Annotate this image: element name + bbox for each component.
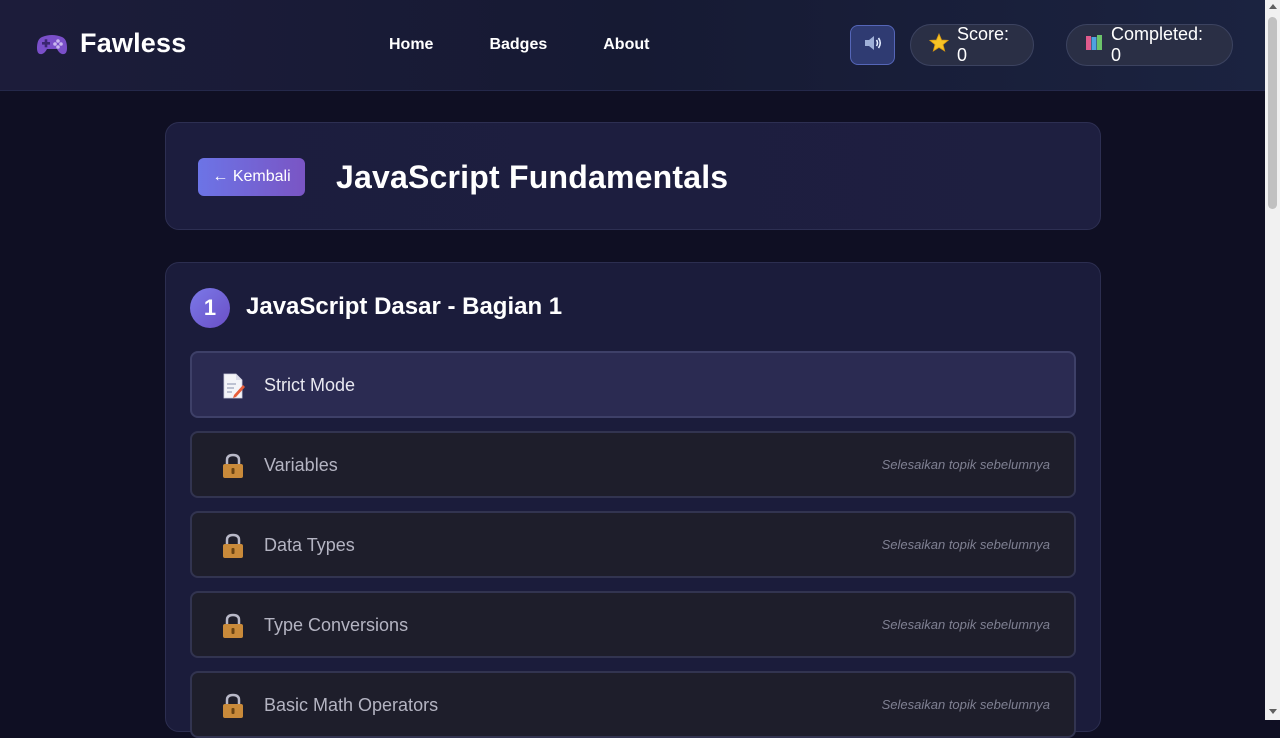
locked-hint: Selesaikan topik sebelumnya <box>881 457 1050 472</box>
star-icon <box>928 32 950 58</box>
lock-icon <box>221 613 245 639</box>
scroll-up-icon[interactable] <box>1269 4 1277 9</box>
page-scrollbar[interactable] <box>1265 0 1280 720</box>
topic-item-data-types: Data Types Selesaikan topik sebelumnya <box>190 511 1076 578</box>
locked-hint: Selesaikan topik sebelumnya <box>881 697 1050 712</box>
nav-link-about[interactable]: About <box>603 36 649 54</box>
page-title: JavaScript Fundamentals <box>336 159 729 195</box>
topic-name: Variables <box>264 455 338 475</box>
completed-label: Completed: 0 <box>1111 24 1204 65</box>
top-navbar: Fawless Home Badges About Score: 0 Compl… <box>0 0 1265 91</box>
locked-hint: Selesaikan topik sebelumnya <box>881 617 1050 632</box>
topic-item-type-conversions: Type Conversions Selesaikan topik sebelu… <box>190 591 1076 658</box>
logo[interactable]: Fawless <box>36 28 186 59</box>
section-title: JavaScript Dasar - Bagian 1 <box>246 293 563 320</box>
lock-icon <box>221 533 245 559</box>
section-number: 1 <box>190 288 230 328</box>
topic-item-strict-mode[interactable]: Strict Mode <box>190 351 1076 418</box>
topic-name: Basic Math Operators <box>264 695 439 715</box>
topic-item-basic-math-operators: Basic Math Operators Selesaikan topik se… <box>190 671 1076 738</box>
memo-icon <box>221 373 245 399</box>
section-card: 1 JavaScript Dasar - Bagian 1 Strict Mod… <box>165 262 1101 738</box>
score-label: Score: 0 <box>957 24 1010 65</box>
books-icon <box>1085 34 1103 57</box>
topic-item-variables: Variables Selesaikan topik sebelumnya <box>190 431 1076 498</box>
topic-name: Type Conversions <box>264 615 409 635</box>
lock-icon <box>221 453 245 479</box>
scroll-down-icon[interactable] <box>1269 709 1277 714</box>
topic-name: Data Types <box>264 535 355 555</box>
lock-icon <box>221 693 245 719</box>
sound-toggle-button[interactable] <box>850 25 895 65</box>
brand-name: Fawless <box>80 28 187 58</box>
course-header-card: ← Kembali JavaScript Fundamentals <box>165 122 1101 230</box>
topic-name: Strict Mode <box>264 375 356 395</box>
back-button[interactable]: ← Kembali <box>198 158 305 196</box>
completed-badge: Completed: 0 <box>1066 24 1233 66</box>
locked-hint: Selesaikan topik sebelumnya <box>881 537 1050 552</box>
nav-link-badges[interactable]: Badges <box>489 36 547 54</box>
nav-link-home[interactable]: Home <box>389 36 433 54</box>
score-badge: Score: 0 <box>910 24 1034 66</box>
main-nav: Home Badges About <box>389 36 649 54</box>
gamepad-icon <box>36 31 68 57</box>
scrollbar-thumb[interactable] <box>1268 17 1277 209</box>
speaker-icon <box>863 34 883 57</box>
